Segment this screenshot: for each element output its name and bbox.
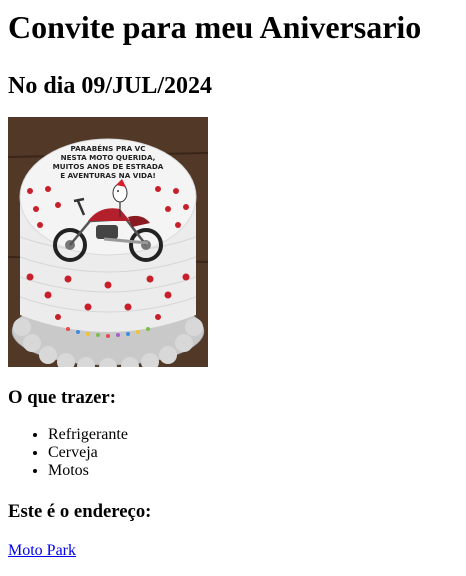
address-row: Moto Park bbox=[8, 542, 458, 560]
address-heading: Este é o endereço: bbox=[8, 501, 152, 522]
list-item: Refrigerante bbox=[48, 426, 458, 444]
cake-caption-line-3: MUITOS ANOS DE ESTRADA bbox=[53, 162, 164, 171]
list-item: Motos bbox=[48, 462, 458, 480]
bring-heading: O que trazer: bbox=[8, 387, 116, 408]
date-heading: No dia 09/JUL/2024 bbox=[8, 73, 213, 99]
invitation-page: Convite para meu Aniversario No dia 09/J… bbox=[0, 9, 466, 560]
cake-caption-line-1: PARABÉNS PRA VC bbox=[70, 144, 145, 153]
page-title: Convite para meu Aniversario bbox=[8, 9, 422, 45]
list-item: Cerveja bbox=[48, 444, 458, 462]
cake-caption-line-4: E AVENTURAS NA VIDA! bbox=[60, 171, 156, 180]
cake-caption-line-2: NESTA MOTO QUERIDA, bbox=[61, 153, 156, 162]
moto-cake-photo: PARABÉNS PRA VC NESTA MOTO QUERIDA, MUIT… bbox=[8, 117, 208, 367]
bring-list: Refrigerante Cerveja Motos bbox=[8, 426, 458, 480]
address-link[interactable]: Moto Park bbox=[8, 542, 76, 559]
